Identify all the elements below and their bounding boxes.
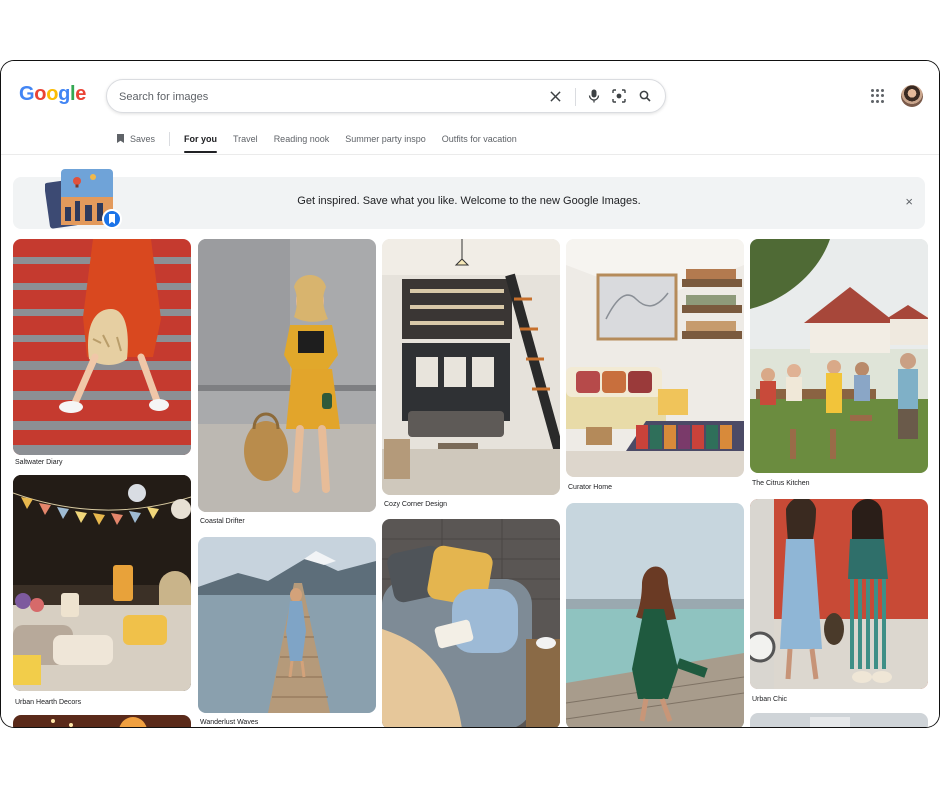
image-cropped [750,713,928,727]
tile-caption[interactable]: Cozy Corner Design [384,501,447,508]
image-tile[interactable] [750,713,928,727]
tile-caption[interactable]: Saltwater Diary [15,459,62,466]
account-avatar[interactable] [901,85,923,107]
image-party-lounge [13,475,191,691]
image-tile[interactable] [13,239,191,455]
tab-outfits-for-vacation[interactable]: Outfits for vacation [442,131,517,153]
image-tile[interactable] [13,715,191,727]
tab-for-you[interactable]: For you [184,131,218,153]
image-tile[interactable] [566,239,744,477]
tile-caption[interactable]: The Citrus Kitchen [752,480,810,487]
tile-caption[interactable]: Urban Hearth Decors [15,699,81,706]
lens-camera-icon[interactable] [611,88,627,104]
banner-message: Get inspired. Save what you like. Welcom… [297,195,641,207]
browser-frame: Google Saves For you Travel Reading nook… [0,60,940,728]
image-tile[interactable] [750,239,928,473]
image-tile[interactable] [382,519,560,727]
image-tile[interactable] [566,503,744,727]
search-input[interactable] [119,88,519,106]
tab-travel[interactable]: Travel [233,131,258,153]
category-tabs: Saves For you Travel Reading nook Summer… [117,131,533,153]
image-tile[interactable] [198,537,376,713]
tab-reading-nook[interactable]: Reading nook [274,131,330,153]
apps-grid-icon[interactable] [871,89,885,103]
tile-caption[interactable]: Urban Chic [752,696,787,703]
welcome-banner: Get inspired. Save what you like. Welcom… [13,169,925,229]
logo-letter: o [34,83,47,105]
google-logo[interactable]: Google [19,83,86,106]
image-tile[interactable] [750,499,928,689]
tile-caption[interactable]: Wanderlust Waves [200,719,258,726]
image-loft-interior [382,239,560,495]
tab-summer-party-inspo[interactable]: Summer party inspo [345,131,426,153]
image-tile[interactable] [382,239,560,495]
image-garden-party [750,239,928,473]
image-two-friends [750,499,928,689]
clear-search-icon[interactable] [547,88,563,104]
image-tile[interactable] [198,239,376,512]
image-sunset [13,715,191,727]
close-banner-icon[interactable]: × [905,194,913,210]
image-cozy-chair [382,519,560,727]
bookmark-icon [117,134,124,143]
image-tile[interactable] [13,475,191,691]
microphone-icon[interactable] [586,88,602,104]
tab-saves[interactable]: Saves [117,131,155,153]
image-pier-mountains [198,537,376,713]
logo-letter: e [75,83,87,105]
page-content: Google Saves For you Travel Reading nook… [1,61,939,727]
header-separator [1,154,939,155]
tabs-divider [169,132,171,146]
logo-letter: g [58,83,71,105]
image-sofa-room [566,239,744,477]
search-box [106,79,666,113]
logo-letter: o [46,83,59,105]
search-icon[interactable] [637,88,653,104]
search-divider [575,88,576,106]
logo-letter: G [19,83,35,105]
tile-caption[interactable]: Coastal Drifter [200,518,245,525]
image-green-dress-pier [566,503,744,727]
tile-caption[interactable]: Curator Home [568,484,612,491]
image-yellow-outfit [198,239,376,512]
image-red-stairs [13,239,191,455]
